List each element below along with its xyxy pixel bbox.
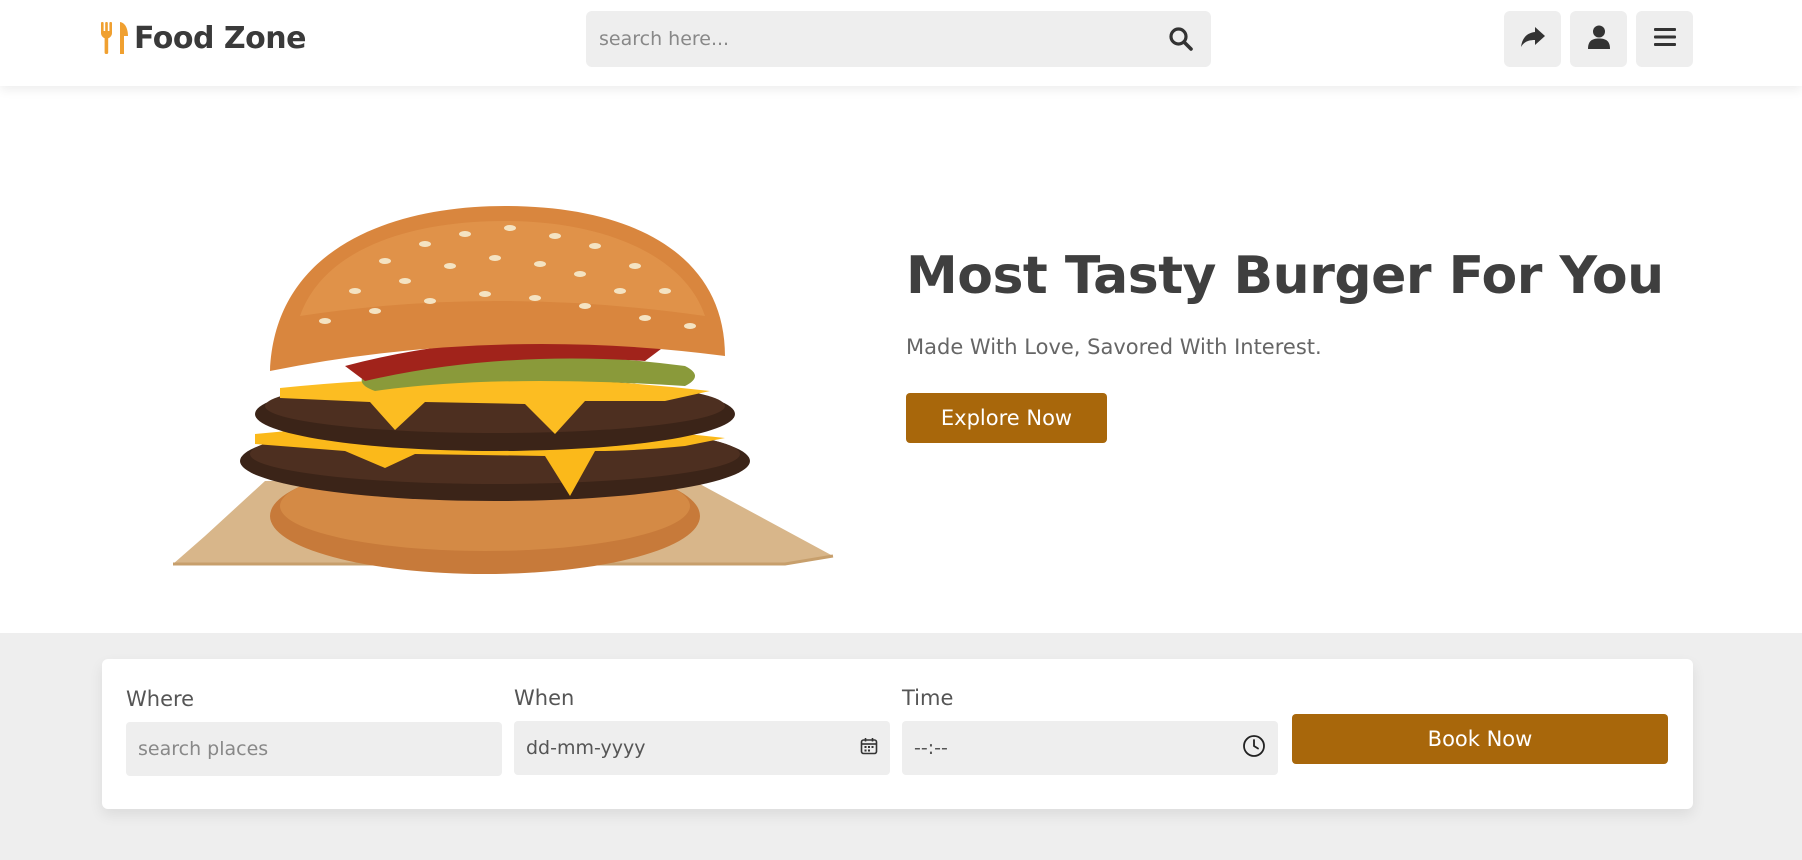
share-button[interactable]: [1504, 11, 1561, 67]
hero-section: Most Tasty Burger For You Made With Love…: [0, 86, 1802, 633]
search-icon[interactable]: [1151, 11, 1211, 67]
account-button[interactable]: [1570, 11, 1627, 67]
clock-icon[interactable]: [1242, 734, 1266, 762]
time-value: --:--: [914, 737, 948, 759]
where-input[interactable]: [138, 738, 490, 760]
when-label: When: [514, 686, 575, 710]
hero-subtitle: Made With Love, Savored With Interest.: [906, 335, 1322, 359]
search-bar: [586, 11, 1211, 67]
calendar-icon[interactable]: [860, 737, 878, 759]
menu-button[interactable]: [1636, 11, 1693, 67]
site-header: Food Zone: [0, 0, 1802, 86]
when-date-value: dd-mm-yyyy: [526, 737, 646, 759]
logo[interactable]: Food Zone: [100, 18, 306, 58]
book-now-button[interactable]: Book Now: [1292, 714, 1668, 764]
user-icon: [1587, 25, 1610, 53]
hero-title: Most Tasty Burger For You: [906, 246, 1664, 306]
share-icon: [1520, 26, 1546, 52]
where-field[interactable]: [126, 722, 502, 776]
utensils-icon: [100, 20, 130, 56]
burger-image: [173, 206, 834, 574]
time-label: Time: [902, 686, 954, 710]
menu-icon: [1653, 27, 1676, 51]
explore-button[interactable]: Explore Now: [906, 393, 1107, 443]
logo-text: Food Zone: [134, 20, 306, 56]
where-label: Where: [126, 687, 195, 711]
when-field[interactable]: dd-mm-yyyy: [514, 721, 890, 775]
search-input[interactable]: [586, 11, 1151, 67]
time-field[interactable]: --:--: [902, 721, 1278, 775]
